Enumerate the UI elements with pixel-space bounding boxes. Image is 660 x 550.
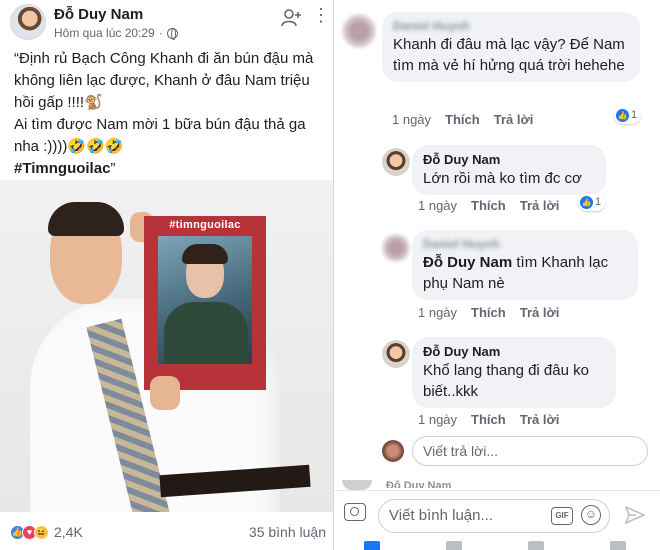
commenter-avatar[interactable] bbox=[382, 340, 410, 368]
post-header: Đỗ Duy Nam Hôm qua lúc 20:29 · ⋮ bbox=[10, 4, 330, 44]
comment-time[interactable]: 1 ngày bbox=[418, 305, 457, 320]
closing-quote: ” bbox=[110, 160, 116, 177]
comment-like-badge[interactable]: 👍 1 bbox=[614, 106, 642, 124]
post-hashtag-line: #Timnguoilac” bbox=[14, 158, 326, 180]
photo-frame-hashtag: #timnguoilac bbox=[169, 219, 241, 231]
post-author-name[interactable]: Đỗ Duy Nam bbox=[54, 6, 143, 23]
post-timestamp[interactable]: Hôm qua lúc 20:29 bbox=[54, 26, 155, 40]
haha-reaction-icon: 😆 bbox=[34, 524, 49, 540]
comment-text: Khanh đi đâu mà lạc vậy? Để Nam tìm mà v… bbox=[393, 36, 625, 74]
tagged-user-link[interactable]: Đỗ Duy Nam bbox=[423, 254, 512, 271]
bottom-nav-peek bbox=[334, 538, 660, 550]
send-icon[interactable] bbox=[624, 505, 646, 525]
comment-text: Khổ lang thang đi đâu ko biết..kkk bbox=[423, 362, 589, 400]
post-text: “Định rủ Bạch Công Khanh đi ăn bún đậu m… bbox=[14, 48, 326, 180]
nav-menu-icon[interactable] bbox=[610, 541, 626, 550]
photo-frame-portrait bbox=[158, 236, 252, 364]
next-comment-avatar bbox=[342, 480, 372, 490]
next-comment-author: Đỗ Duy Nam bbox=[386, 480, 452, 488]
comment-author[interactable]: Đỗ Duy Nam bbox=[423, 343, 605, 360]
gif-icon[interactable]: GIF bbox=[551, 507, 573, 525]
commenter-avatar[interactable] bbox=[382, 234, 410, 262]
next-comment-peek: Đỗ Duy Nam bbox=[342, 480, 652, 490]
comment-like-count: 1 bbox=[595, 196, 602, 208]
post-footer: 👍 ♥ 😆 2,4K 35 bình luận bbox=[10, 518, 326, 546]
portrait-body bbox=[164, 302, 248, 364]
like-link[interactable]: Thích bbox=[471, 412, 506, 427]
like-icon: 👍 bbox=[616, 108, 629, 122]
like-link[interactable]: Thích bbox=[471, 198, 506, 213]
more-options-icon[interactable]: ⋮ bbox=[312, 4, 330, 28]
like-link[interactable]: Thích bbox=[445, 112, 480, 127]
comment-time[interactable]: 1 ngày bbox=[418, 412, 457, 427]
photo-person-hair bbox=[48, 202, 124, 236]
nav-friends-icon[interactable] bbox=[446, 541, 462, 550]
comment-count[interactable]: 35 bình luận bbox=[249, 524, 326, 540]
nav-watch-icon[interactable] bbox=[528, 541, 544, 550]
comment-text: Lớn rồi mà ko tìm đc cơ bbox=[423, 170, 582, 187]
author-avatar[interactable] bbox=[10, 4, 46, 40]
comment-input-placeholder: Viết bình luận... bbox=[389, 507, 493, 524]
like-icon: 👍 bbox=[580, 195, 593, 209]
comment-bubble: Daniel Huynh Khanh đi đâu mà lạc vậy? Để… bbox=[382, 12, 640, 82]
comment-time[interactable]: 1 ngày bbox=[392, 112, 431, 127]
nav-home-icon[interactable] bbox=[364, 541, 380, 550]
comment-author[interactable]: Daniel Huynh bbox=[423, 236, 627, 252]
comment-text: Đỗ Duy Nam tìm Khanh lạc phụ Nam nè bbox=[423, 252, 627, 294]
reply-link[interactable]: Trả lời bbox=[520, 198, 560, 213]
comment-actions: 1 ngày Thích Trả lời bbox=[418, 305, 559, 320]
comment-time[interactable]: 1 ngày bbox=[418, 198, 457, 213]
camera-icon[interactable] bbox=[344, 503, 366, 521]
comments-panel: Daniel Huynh Khanh đi đâu mà lạc vậy? Để… bbox=[334, 0, 660, 550]
comment-actions: 1 ngày Thích Trả lời bbox=[418, 198, 559, 213]
post-photo[interactable]: #timnguoilac bbox=[0, 180, 333, 512]
reaction-icons[interactable]: 👍 ♥ 😆 bbox=[10, 524, 49, 540]
comment-author[interactable]: Daniel Huynh bbox=[393, 18, 629, 34]
reply-link[interactable]: Trả lời bbox=[520, 305, 560, 320]
add-friend-icon[interactable] bbox=[280, 8, 302, 28]
my-avatar bbox=[382, 440, 404, 462]
comment-bubble: Đỗ Duy Nam Khổ lang thang đi đâu ko biết… bbox=[412, 337, 616, 408]
like-link[interactable]: Thích bbox=[471, 305, 506, 320]
post-text-line-1: “Định rủ Bạch Công Khanh đi ăn bún đậu m… bbox=[14, 50, 314, 111]
reply-link[interactable]: Trả lời bbox=[520, 412, 560, 427]
emoji-icon[interactable]: ☺ bbox=[581, 505, 601, 525]
comment-like-count: 1 bbox=[631, 109, 638, 121]
post-text-line-2: Ai tìm được Nam mời 1 bữa bún đậu thả ga… bbox=[14, 116, 306, 155]
post-meta: Hôm qua lúc 20:29 · bbox=[54, 26, 178, 40]
reply-input[interactable]: Viết trả lời... bbox=[412, 436, 648, 466]
reply-link[interactable]: Trả lời bbox=[494, 112, 534, 127]
reaction-count[interactable]: 2,4K bbox=[54, 524, 83, 540]
comment-author[interactable]: Đỗ Duy Nam bbox=[423, 151, 595, 168]
photo-frame: #timnguoilac bbox=[144, 216, 266, 390]
portrait-hair bbox=[182, 244, 228, 264]
hashtag-link[interactable]: #Timnguoilac bbox=[14, 160, 110, 177]
post-card: Đỗ Duy Nam Hôm qua lúc 20:29 · ⋮ “Định r… bbox=[0, 0, 333, 550]
comment-like-badge[interactable]: 👍 1 bbox=[578, 193, 606, 211]
comment-actions: 1 ngày Thích Trả lời bbox=[392, 112, 533, 127]
comment-bubble: Đỗ Duy Nam Lớn rồi mà ko tìm đc cơ bbox=[412, 145, 606, 195]
comment-composer: Viết bình luận... GIF ☺ bbox=[334, 490, 660, 538]
comment-bubble: Daniel Huynh Đỗ Duy Nam tìm Khanh lạc ph… bbox=[412, 230, 638, 300]
comment-input[interactable]: Viết bình luận... GIF ☺ bbox=[378, 499, 610, 533]
globe-icon bbox=[166, 27, 178, 40]
commenter-avatar[interactable] bbox=[382, 148, 410, 176]
commenter-avatar[interactable] bbox=[342, 14, 376, 48]
photo-hand-bottom bbox=[150, 376, 180, 410]
comment-actions: 1 ngày Thích Trả lời bbox=[418, 412, 559, 427]
